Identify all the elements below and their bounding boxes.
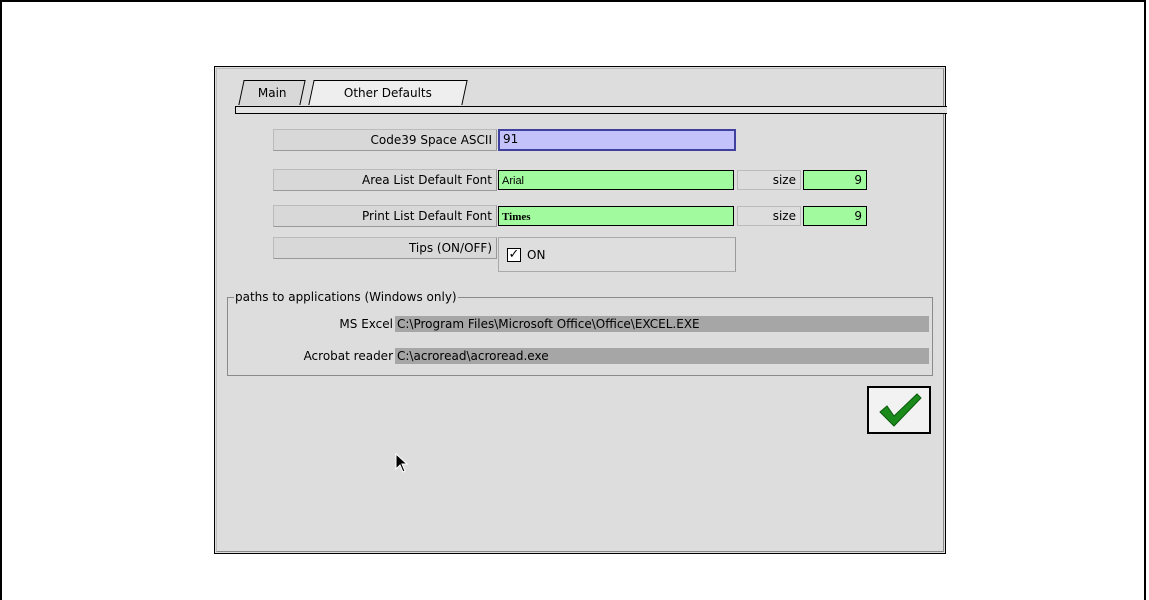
tab-main[interactable]: Main [238,80,306,105]
tips-label: Tips (ON/OFF) [273,237,497,259]
area-font-value: Arial [502,175,525,187]
acrobat-path-field[interactable]: C:\acroread\acroread.exe [395,348,929,364]
paths-group-legend: paths to applications (Windows only) [234,290,458,304]
code39-label: Code39 Space ASCII [273,129,497,151]
tab-panel-edge [235,106,947,114]
excel-path-field[interactable]: C:\Program Files\Microsoft Office\Office… [395,316,929,332]
area-font-input[interactable]: Arial [498,170,734,190]
tips-checkbox[interactable]: ✓ [507,248,521,262]
checkmark-icon [879,393,922,427]
print-font-size-input[interactable]: 9 [803,206,867,226]
area-font-size-label: size [737,170,801,190]
print-font-size-label: size [737,206,801,226]
print-font-label: Print List Default Font [273,205,497,227]
paths-group: paths to applications (Windows only) MS … [227,290,933,376]
acrobat-path-label: Acrobat reader [303,349,393,363]
area-font-label: Area List Default Font [273,169,497,191]
print-font-input[interactable]: Times [498,206,734,226]
tab-other-defaults-label: Other Defaults [343,86,432,100]
code39-input[interactable]: 91 [498,129,736,151]
tab-main-label: Main [257,86,287,100]
tab-other-defaults[interactable]: Other Defaults [308,80,468,105]
window-inner: Main Other Defaults Code39 Space ASCII 9… [216,68,947,552]
area-font-size-input[interactable]: 9 [803,170,867,190]
tips-checkbox-label: ON [527,248,546,262]
excel-path-label: MS Excel [339,317,393,331]
mouse-pointer-icon [395,453,409,473]
tab-strip: Main Other Defaults [235,80,947,107]
tips-toggle-box: ✓ ON [498,237,736,272]
ok-button[interactable] [867,386,931,434]
print-font-value: Times [502,211,531,223]
preferences-window: Main Other Defaults Code39 Space ASCII 9… [214,66,947,554]
